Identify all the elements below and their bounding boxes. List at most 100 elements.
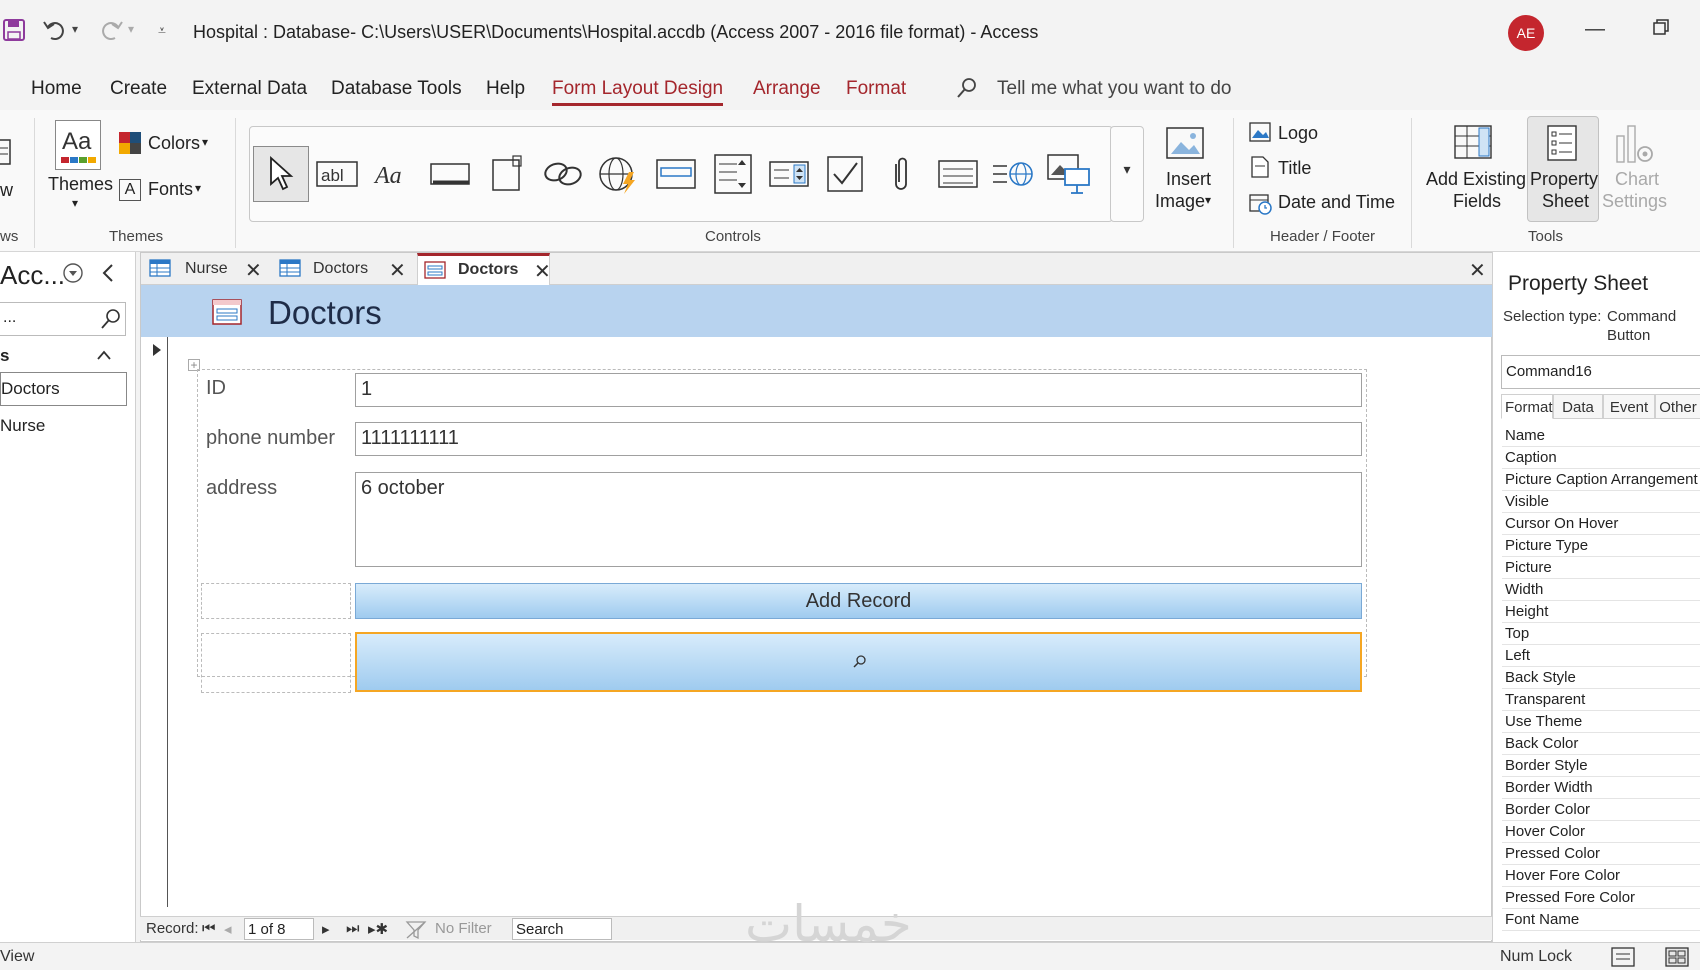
form-view-icon[interactable] bbox=[1611, 946, 1635, 970]
ps-tab-event[interactable]: Event bbox=[1603, 394, 1655, 419]
filter-icon[interactable] bbox=[405, 920, 429, 944]
tab-format[interactable]: Format bbox=[846, 78, 906, 100]
colors-button[interactable]: Colors bbox=[148, 133, 200, 154]
nav-search-icon[interactable] bbox=[100, 308, 122, 335]
tab-form-layout-design[interactable]: Form Layout Design bbox=[552, 78, 724, 106]
fonts-button[interactable]: Fonts bbox=[148, 179, 193, 200]
insert-image-icon[interactable] bbox=[1165, 126, 1205, 167]
checkbox-control-icon[interactable] bbox=[820, 149, 870, 199]
date-and-time-button[interactable]: Date and Time bbox=[1278, 192, 1395, 213]
ps-tab-data[interactable]: Data bbox=[1553, 394, 1603, 419]
phone-number-field[interactable]: 1111111111 bbox=[355, 422, 1362, 456]
property-row[interactable]: Hover Fore Color bbox=[1502, 865, 1700, 887]
user-avatar[interactable]: AE bbox=[1508, 15, 1544, 51]
close-tab-icon[interactable]: ✕ bbox=[245, 258, 262, 283]
empty-layout-cell[interactable] bbox=[201, 633, 351, 693]
object-selector-combo[interactable]: Command16 bbox=[1501, 355, 1700, 389]
ps-tab-format[interactable]: Format bbox=[1501, 394, 1553, 419]
save-icon[interactable] bbox=[2, 18, 26, 48]
add-record-button[interactable]: Add Record bbox=[355, 583, 1362, 619]
doc-tab-doctors-form[interactable]: Doctors ✕ bbox=[417, 253, 551, 285]
command16-button[interactable] bbox=[355, 632, 1362, 692]
select-pointer-icon[interactable] bbox=[253, 146, 309, 202]
nav-item-doctors[interactable]: Doctors bbox=[0, 372, 127, 406]
add-existing-fields-label-1[interactable]: Add Existing bbox=[1426, 169, 1526, 190]
label-control-icon[interactable]: Aa bbox=[368, 149, 418, 199]
chart-settings-icon[interactable] bbox=[1613, 122, 1659, 171]
next-record-icon[interactable]: ▸ bbox=[322, 920, 330, 938]
textbox-control-icon[interactable]: abl bbox=[312, 149, 362, 199]
hyperlink-control-icon[interactable] bbox=[538, 149, 588, 199]
logo-button[interactable]: Logo bbox=[1278, 123, 1318, 144]
property-row[interactable]: Cursor On Hover bbox=[1502, 513, 1700, 535]
nav-pane-title[interactable]: Acc... bbox=[0, 260, 65, 291]
property-row[interactable]: Name bbox=[1502, 425, 1700, 447]
fonts-dropdown-icon[interactable]: ▾ bbox=[195, 181, 201, 195]
property-row[interactable]: Font Name bbox=[1502, 909, 1700, 931]
add-existing-fields-label-2[interactable]: Fields bbox=[1453, 191, 1501, 212]
property-row[interactable]: Left bbox=[1502, 645, 1700, 667]
tab-arrange[interactable]: Arrange bbox=[753, 78, 821, 100]
tab-help[interactable]: Help bbox=[486, 78, 525, 100]
property-row[interactable]: Picture bbox=[1502, 557, 1700, 579]
property-row[interactable]: Pressed Fore Color bbox=[1502, 887, 1700, 909]
view-icon[interactable] bbox=[0, 138, 12, 173]
undo-dropdown-icon[interactable]: ▾ bbox=[72, 22, 78, 36]
close-document-icon[interactable]: ✕ bbox=[1469, 258, 1486, 283]
logo-icon[interactable] bbox=[1249, 122, 1271, 147]
undo-icon[interactable] bbox=[42, 18, 68, 48]
list-box-icon[interactable] bbox=[933, 149, 983, 199]
redo-icon[interactable] bbox=[98, 18, 124, 48]
section-collapse-icon[interactable] bbox=[96, 348, 112, 367]
current-record-field[interactable]: 1 of 8 bbox=[244, 918, 314, 940]
insert-image-label-1[interactable]: Insert bbox=[1166, 169, 1211, 190]
property-row[interactable]: Use Theme bbox=[1502, 711, 1700, 733]
new-record-icon[interactable]: ▸✱ bbox=[368, 920, 388, 938]
tab-control-icon[interactable] bbox=[482, 149, 532, 199]
last-record-icon[interactable]: ⏭ bbox=[346, 920, 360, 937]
button-control-icon[interactable] bbox=[425, 149, 475, 199]
tab-home[interactable]: Home bbox=[31, 78, 82, 100]
no-filter-indicator[interactable]: No Filter bbox=[435, 920, 492, 937]
property-row[interactable]: Caption bbox=[1502, 447, 1700, 469]
combo-box-icon[interactable] bbox=[764, 149, 814, 199]
tell-me-input[interactable]: Tell me what you want to do bbox=[997, 78, 1231, 100]
layout-view-icon[interactable] bbox=[1665, 946, 1689, 970]
close-tab-icon[interactable]: ✕ bbox=[389, 258, 406, 283]
colors-dropdown-icon[interactable]: ▾ bbox=[202, 135, 208, 149]
property-row[interactable]: Back Color bbox=[1502, 733, 1700, 755]
ps-tab-other[interactable]: Other bbox=[1655, 394, 1700, 419]
option-group-icon[interactable] bbox=[708, 149, 758, 199]
title-icon[interactable] bbox=[1251, 156, 1269, 183]
previous-record-icon[interactable]: ◂ bbox=[224, 920, 232, 938]
first-record-icon[interactable]: ⏮ bbox=[202, 920, 216, 937]
shutter-bar-close-icon[interactable] bbox=[100, 262, 116, 289]
tab-database-tools[interactable]: Database Tools bbox=[331, 78, 462, 100]
record-search-input[interactable]: Search bbox=[512, 918, 612, 940]
colors-icon[interactable] bbox=[119, 132, 141, 159]
title-button[interactable]: Title bbox=[1278, 158, 1311, 179]
doc-tab-doctors-table[interactable]: Doctors ✕ bbox=[279, 253, 406, 285]
nav-section-header[interactable]: s bbox=[0, 346, 9, 366]
nav-item-nurse[interactable]: Nurse bbox=[0, 416, 45, 436]
close-tab-icon[interactable]: ✕ bbox=[534, 259, 551, 284]
add-existing-fields-icon[interactable] bbox=[1453, 124, 1493, 165]
search-icon[interactable] bbox=[955, 76, 979, 100]
view-button-label[interactable]: w bbox=[0, 180, 13, 201]
redo-dropdown-icon[interactable]: ▾ bbox=[128, 22, 134, 36]
insert-image-label-2[interactable]: Image bbox=[1155, 191, 1205, 212]
themes-dropdown-icon[interactable]: ▾ bbox=[72, 196, 78, 210]
property-row[interactable]: Border Width bbox=[1502, 777, 1700, 799]
property-row[interactable]: Visible bbox=[1502, 491, 1700, 513]
themes-icon[interactable]: Aa bbox=[55, 120, 101, 170]
property-row[interactable]: Transparent bbox=[1502, 689, 1700, 711]
web-list-icon[interactable] bbox=[988, 149, 1038, 199]
property-row[interactable]: Hover Color bbox=[1502, 821, 1700, 843]
address-field[interactable]: 6 october bbox=[355, 472, 1362, 567]
image-control-icon[interactable] bbox=[1045, 149, 1095, 199]
minimize-icon[interactable]: — bbox=[1585, 18, 1605, 41]
id-field[interactable]: 1 bbox=[355, 373, 1362, 407]
date-time-icon[interactable] bbox=[1249, 192, 1273, 221]
insert-image-dropdown-icon[interactable]: ▾ bbox=[1205, 193, 1211, 207]
tab-external-data[interactable]: External Data bbox=[192, 78, 307, 100]
